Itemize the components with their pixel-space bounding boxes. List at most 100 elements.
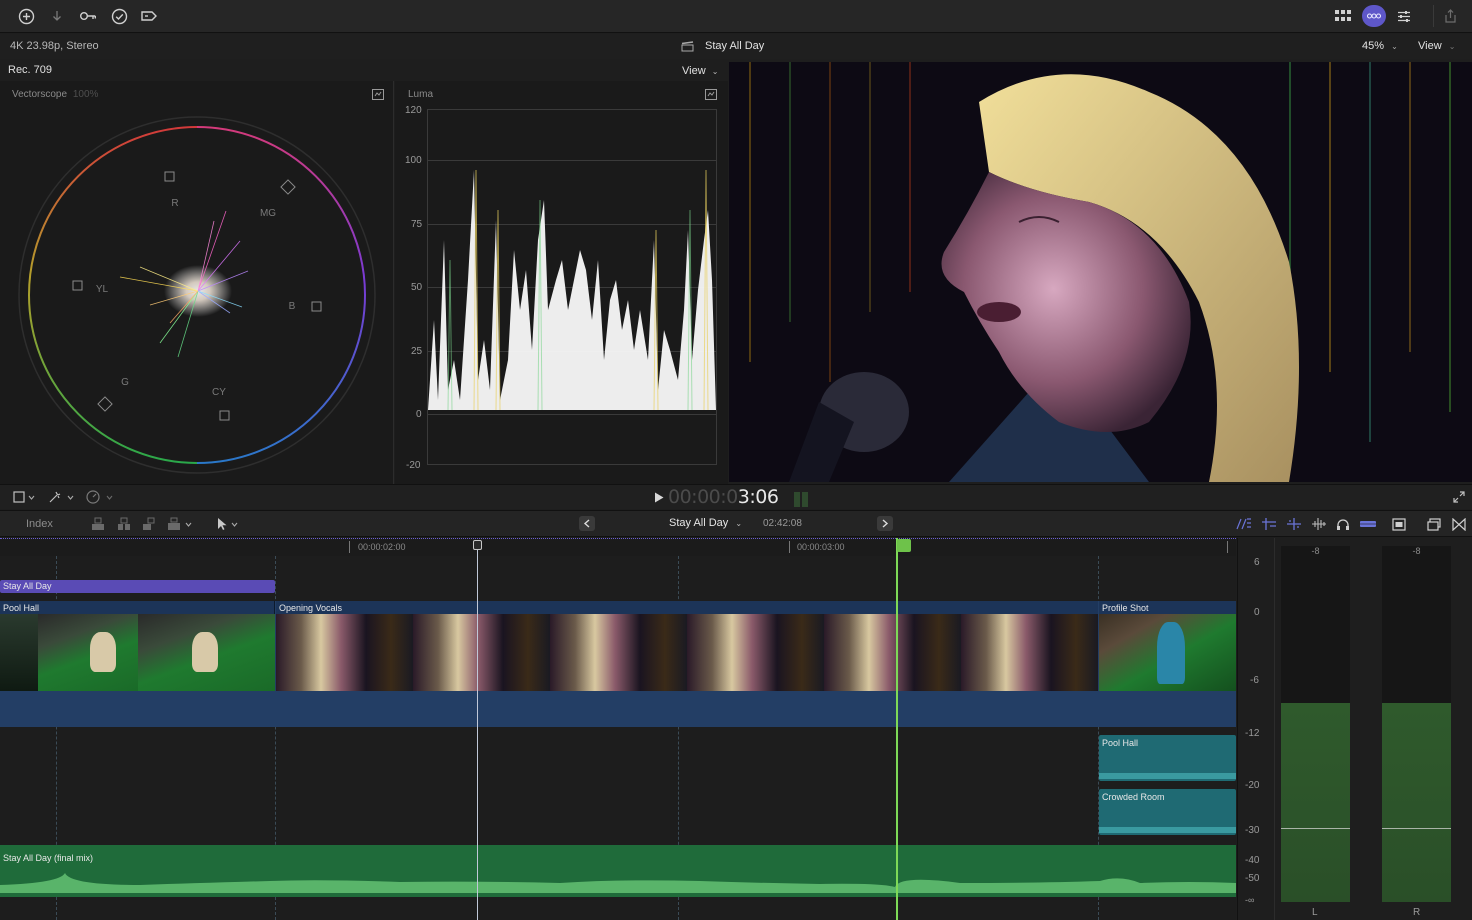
transitions-browser-icon[interactable] (1450, 516, 1468, 532)
meter-scale-label: -30 (1245, 825, 1260, 836)
tag-icon[interactable] (139, 6, 159, 26)
meter-level-right (1382, 703, 1451, 902)
luma-scale-label: 0 (416, 409, 422, 420)
timeline-project-name: Stay All Day (669, 517, 729, 529)
video-clip-label: Profile Shot (1102, 603, 1149, 613)
download-arrow-icon[interactable] (47, 6, 67, 26)
add-circle-icon[interactable] (16, 6, 36, 26)
audio-clip-crowded-room[interactable]: Crowded Room (1099, 789, 1236, 835)
chevron-down-icon: ⌄ (1391, 42, 1398, 51)
enhance-wand-icon[interactable] (46, 489, 76, 505)
waveform-icon[interactable] (1310, 516, 1328, 532)
speed-gauge-icon[interactable] (84, 489, 116, 505)
timecode-dim: 00:00:0 (668, 486, 738, 508)
clip-display-icon[interactable] (1390, 516, 1408, 532)
headphones-icon[interactable] (1334, 516, 1352, 532)
scopes-view-menu[interactable]: View ⌄ (682, 65, 718, 77)
ruler-tick (1227, 541, 1228, 553)
video-clip-pool-hall[interactable]: Pool Hall (0, 601, 275, 691)
solo-icon[interactable] (1357, 516, 1379, 532)
music-clip-label: Stay All Day (final mix) (3, 853, 94, 863)
viewer-image (729, 62, 1472, 482)
transform-icon[interactable] (10, 489, 38, 505)
music-clip[interactable]: Stay All Day (final mix) (0, 845, 1236, 897)
video-scopes-icon[interactable] (1362, 5, 1386, 27)
audio-waveform (1099, 773, 1236, 779)
overwrite-clip-icon[interactable] (166, 516, 196, 532)
colorspace-label: Rec. 709 (8, 64, 53, 76)
timeline-index-window-icon[interactable] (1425, 516, 1443, 532)
zoom-level-value: 45% (1362, 40, 1385, 52)
scopes-view-label: View (682, 65, 706, 77)
viewer-frame[interactable] (729, 62, 1472, 482)
clip-appearance-icon[interactable] (1235, 516, 1253, 532)
insert-clip-icon[interactable] (116, 516, 132, 532)
timeline[interactable]: 00:00:02:00 00:00:03:00 Stay All Day Poo… (0, 538, 1236, 920)
video-clip-label: Opening Vocals (279, 603, 343, 613)
sliders-icon[interactable] (1394, 6, 1414, 26)
audio-meters-panel: -8 -8 6 0 -6 -12 -20 -30 -40 -50 -∞ L R (1237, 538, 1472, 920)
scopes-header: Rec. 709 View ⌄ (0, 59, 728, 81)
meter-channel-left: -8 (1281, 546, 1350, 902)
meter-scale-label: -6 (1250, 675, 1259, 686)
filmstrip (1099, 614, 1236, 691)
timecode-display[interactable]: 00:00:03:06 (668, 486, 779, 508)
luma-waveform-panel: Luma 120 100 75 50 25 0 -20 (395, 81, 728, 484)
vectorscope-target-r: R (171, 198, 178, 209)
toolbar-divider (1433, 5, 1434, 27)
previous-project-button[interactable] (579, 516, 595, 531)
meter-channel-label-left: L (1312, 907, 1318, 918)
title-clip[interactable]: Stay All Day (0, 580, 275, 593)
scope-settings-icon[interactable] (704, 88, 717, 100)
meter-reference-line (1382, 828, 1451, 829)
luma-waveform-trace (428, 169, 716, 411)
format-label: 4K 23.98p, Stereo (10, 40, 99, 52)
audio-skimming-icon[interactable] (1285, 516, 1303, 532)
next-project-button[interactable] (877, 516, 893, 531)
audio-clip-label: Pool Hall (1102, 738, 1139, 748)
filmstrip (276, 614, 1098, 691)
chevron-down-icon: ⌄ (711, 67, 719, 76)
filmstrip-frame (138, 614, 275, 691)
vectorscope-target-g: G (121, 377, 129, 388)
luma-title: Luma (408, 89, 434, 100)
vectorscope-panel: Vectorscope 100% R MG B CY G YL (0, 81, 394, 484)
timeline-toolbar: Index Stay All Day ⌄ 02:42:08 (0, 510, 1472, 537)
fullscreen-icon[interactable] (1451, 490, 1467, 504)
meter-peak-left: -8 (1311, 546, 1320, 556)
append-clip-icon[interactable] (141, 516, 157, 532)
clapper-icon (680, 40, 694, 52)
video-clip-label: Pool Hall (3, 603, 40, 613)
zoom-level-dropdown[interactable]: 45% ⌄ (1362, 40, 1398, 52)
luma-scale-label: 100 (405, 155, 422, 166)
playhead-handle[interactable] (897, 539, 911, 552)
vectorscope-graticule: R MG B CY G YL (18, 116, 376, 474)
skimming-icon[interactable] (1260, 516, 1278, 532)
select-tool-arrow-icon[interactable] (212, 516, 242, 532)
meter-scale-label: -50 (1245, 873, 1260, 884)
timeline-project-menu[interactable]: Stay All Day ⌄ (669, 517, 742, 529)
timeline-ruler[interactable]: 00:00:02:00 00:00:03:00 (0, 538, 1236, 556)
checkmark-circle-icon[interactable] (109, 6, 129, 26)
key-icon[interactable] (77, 6, 99, 26)
audio-clip-pool-hall[interactable]: Pool Hall (1099, 735, 1236, 781)
skimmer-handle[interactable] (473, 540, 482, 550)
viewer-view-menu[interactable]: View ⌄ (1418, 40, 1455, 52)
connect-clip-icon[interactable] (90, 516, 106, 532)
vectorscope-target-cy: CY (212, 387, 226, 398)
transport-bar: 00:00:03:06 (0, 484, 1472, 509)
video-clip-profile-shot[interactable]: Profile Shot (1099, 601, 1236, 691)
meter-scale-label: -20 (1245, 780, 1260, 791)
meter-scale-label: 0 (1254, 607, 1260, 618)
grid-icon[interactable] (1333, 6, 1353, 26)
play-icon[interactable] (652, 490, 666, 504)
meter-level-left (1281, 703, 1350, 902)
index-button[interactable]: Index (26, 518, 53, 530)
meter-scale-label: -40 (1245, 855, 1260, 866)
playhead-line[interactable] (896, 538, 898, 920)
ruler-label: 00:00:03:00 (797, 542, 845, 552)
video-clip-opening-vocals[interactable]: Opening Vocals (276, 601, 1098, 691)
vectorscope-target-yl: YL (96, 284, 109, 295)
mini-meter-right (802, 492, 808, 507)
share-icon[interactable] (1440, 6, 1460, 26)
